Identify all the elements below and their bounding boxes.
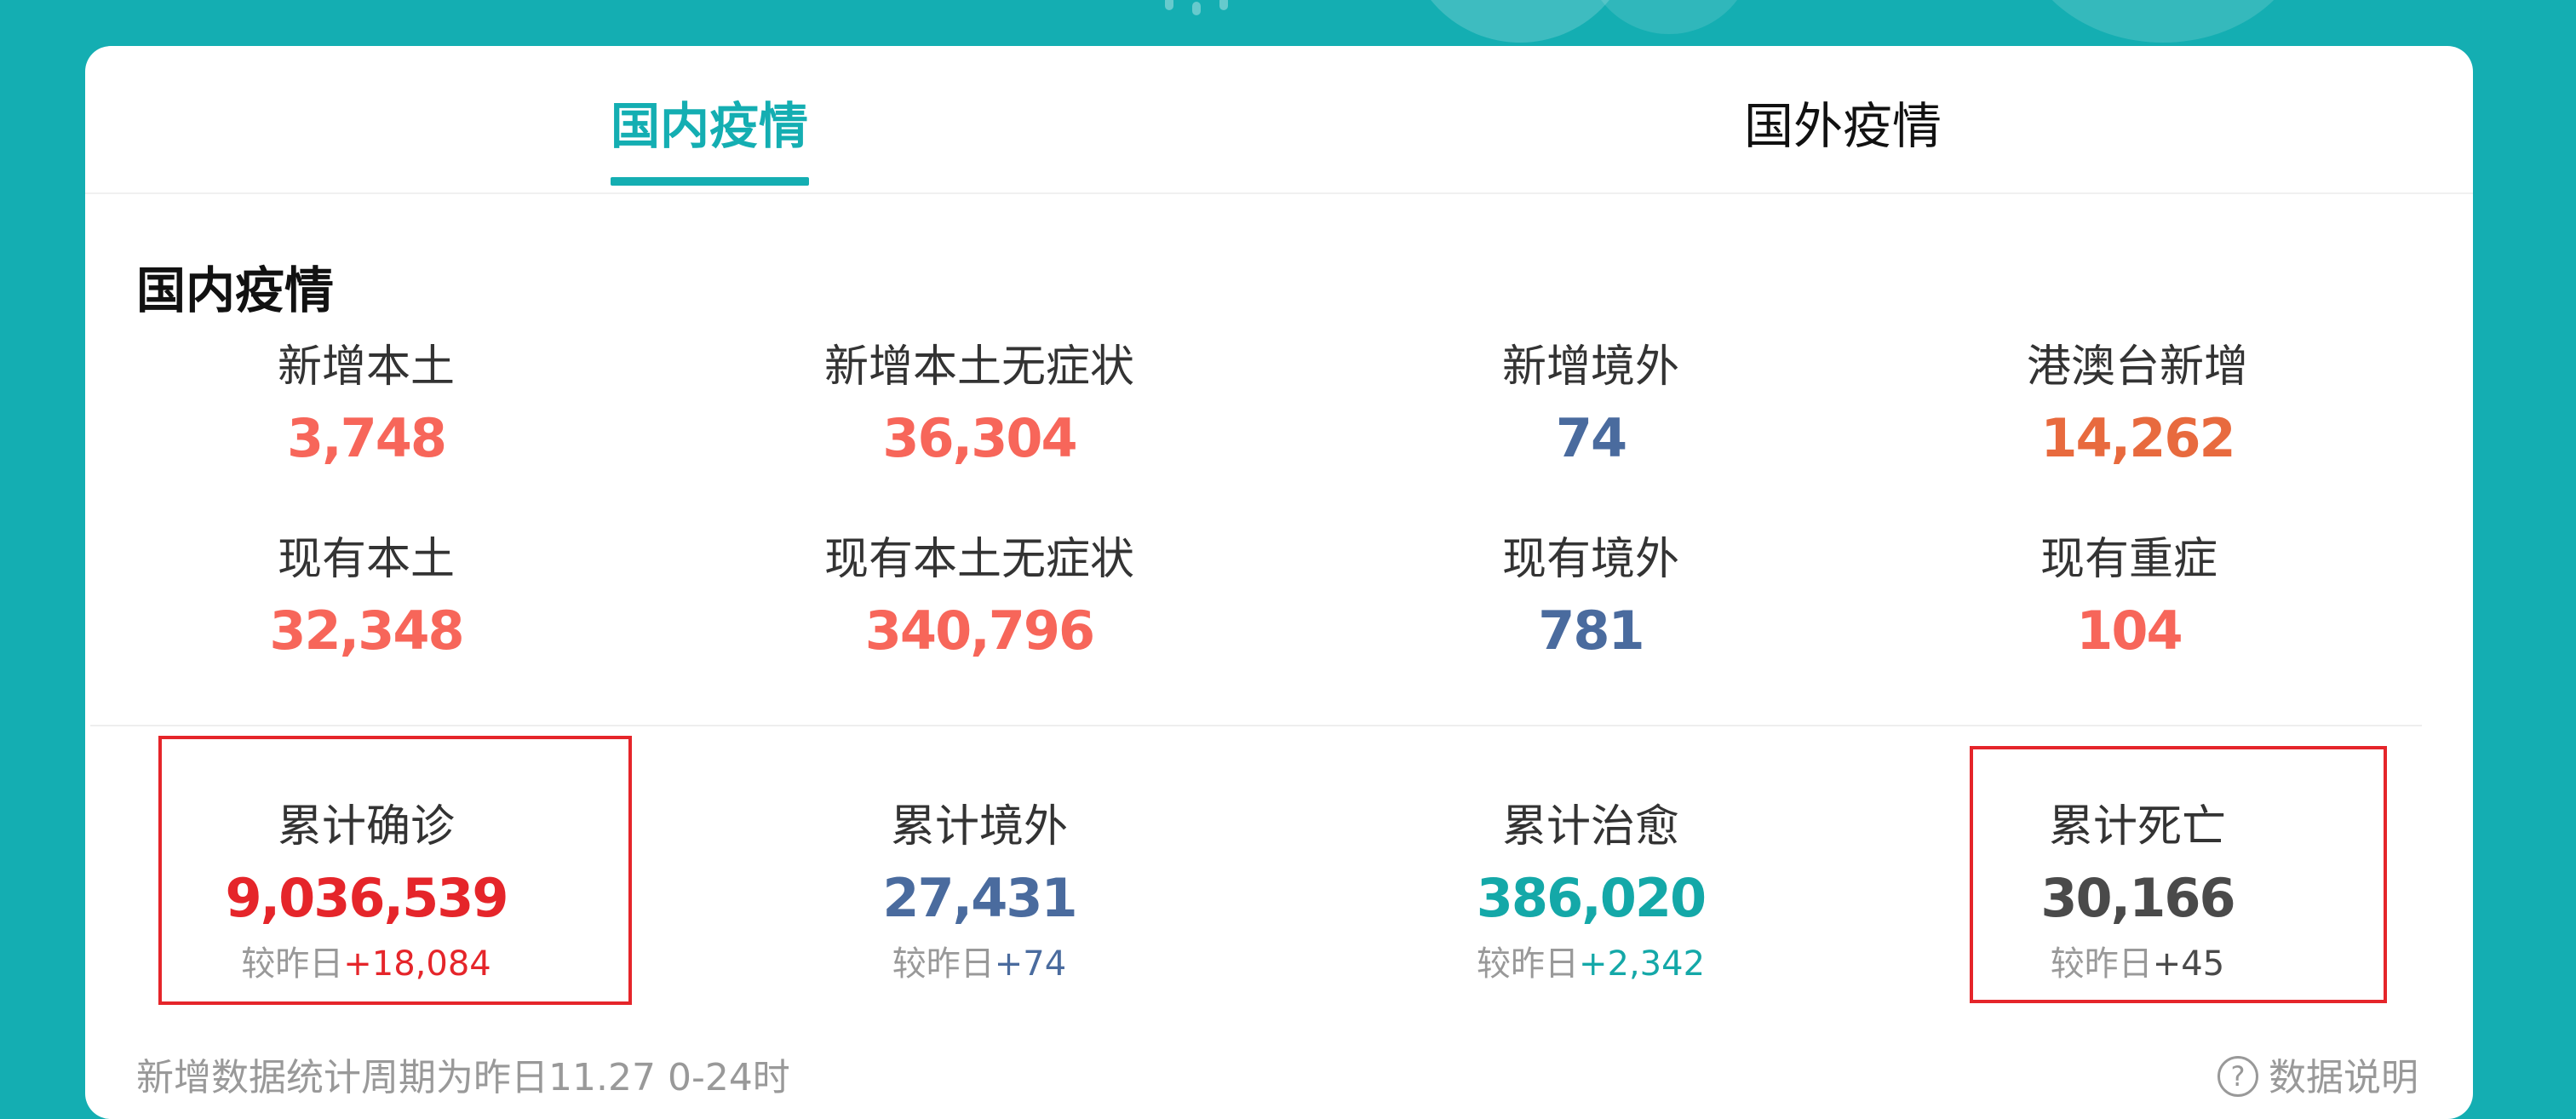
stat-label: 现有本土 xyxy=(277,534,455,585)
delta-value: +18,084 xyxy=(343,944,491,984)
stat-value: 781 xyxy=(1538,600,1644,662)
stat-delta: 较昨日+2,342 xyxy=(1335,938,1846,990)
stat-value: 340,796 xyxy=(864,600,1095,662)
background-decoration xyxy=(1219,0,1228,10)
stat-label: 现有本土无症状 xyxy=(823,534,1134,585)
background-decoration xyxy=(1165,0,1173,10)
stat-current-severe: 现有重症 104 xyxy=(1873,528,2384,671)
section-divider xyxy=(90,725,2422,726)
stat-total-recovered: 累计治愈 386,020 较昨日+2,342 xyxy=(1335,795,1846,990)
active-tab-indicator xyxy=(611,177,809,186)
stat-label: 港澳台新增 xyxy=(2026,341,2248,393)
stat-value: 27,431 xyxy=(882,867,1077,929)
background-decoration xyxy=(1192,2,1201,15)
stat-new-local-asymptomatic: 新增本土无症状 36,304 xyxy=(724,336,1235,479)
stat-value: 104 xyxy=(2076,600,2183,662)
delta-value: +2,342 xyxy=(1578,944,1706,984)
stat-value: 386,020 xyxy=(1476,867,1707,929)
stat-label: 新增境外 xyxy=(1501,341,1679,393)
background-decoration xyxy=(1405,0,1635,43)
stat-total-deaths: 累计死亡 30,166 较昨日+45 xyxy=(1882,795,2393,990)
stat-total-confirmed: 累计确诊 9,036,539 较昨日+18,084 xyxy=(111,795,622,990)
stat-total-imported: 累计境外 27,431 较昨日+74 xyxy=(724,795,1235,990)
data-explanation-label: 数据说明 xyxy=(2269,1056,2418,1099)
stat-label: 累计境外 xyxy=(890,801,1068,852)
delta-prefix: 较昨日 xyxy=(892,944,995,984)
stat-new-local: 新增本土 3,748 xyxy=(111,336,622,479)
stat-delta: 较昨日+45 xyxy=(1882,938,2393,990)
statistics-period-note: 新增数据统计周期为昨日11.27 0-24时 xyxy=(136,1056,790,1099)
stat-current-local-asymptomatic: 现有本土无症状 340,796 xyxy=(724,528,1235,671)
stat-label: 累计确诊 xyxy=(277,801,455,852)
data-explanation-link[interactable]: ? 数据说明 xyxy=(2217,1051,2418,1105)
stat-label: 新增本土 xyxy=(277,341,455,393)
stat-label: 累计治愈 xyxy=(1501,801,1679,852)
stat-label: 累计死亡 xyxy=(2048,801,2226,852)
delta-value: +74 xyxy=(994,944,1067,984)
delta-value: +45 xyxy=(2152,944,2225,984)
delta-prefix: 较昨日 xyxy=(2050,944,2153,984)
tab-domestic[interactable]: 国内疫情 xyxy=(611,92,808,160)
stat-current-imported: 现有境外 781 xyxy=(1335,528,1846,671)
stat-value: 14,262 xyxy=(2040,407,2235,469)
stat-value: 36,304 xyxy=(882,407,1077,469)
stat-value: 74 xyxy=(1555,407,1627,469)
background-decoration xyxy=(1584,0,1754,34)
stat-delta: 较昨日+18,084 xyxy=(111,938,622,990)
stat-label: 新增本土无症状 xyxy=(823,341,1134,393)
stat-label: 现有境外 xyxy=(1501,534,1679,585)
tab-overseas[interactable]: 国外疫情 xyxy=(1744,92,1942,160)
stat-new-imported: 新增境外 74 xyxy=(1335,336,1846,479)
stat-delta: 较昨日+74 xyxy=(724,938,1235,990)
section-title: 国内疫情 xyxy=(136,261,335,319)
stat-value: 9,036,539 xyxy=(225,867,508,929)
stat-value: 3,748 xyxy=(286,407,447,469)
stat-value: 32,348 xyxy=(269,600,464,662)
background-decoration xyxy=(2018,0,2308,43)
stat-current-local: 现有本土 32,348 xyxy=(111,528,622,671)
delta-prefix: 较昨日 xyxy=(1476,944,1579,984)
delta-prefix: 较昨日 xyxy=(241,944,344,984)
epidemic-card: 国内疫情 国外疫情 国内疫情 新增本土 3,748 新增本土无症状 36,304… xyxy=(85,46,2473,1119)
tab-bar: 国内疫情 国外疫情 xyxy=(85,46,2473,194)
stat-value: 30,166 xyxy=(2040,867,2235,929)
stat-new-hk-macao-taiwan: 港澳台新增 14,262 xyxy=(1882,336,2393,479)
stat-label: 现有重症 xyxy=(2040,534,2217,585)
question-circle-icon: ? xyxy=(2217,1056,2258,1097)
